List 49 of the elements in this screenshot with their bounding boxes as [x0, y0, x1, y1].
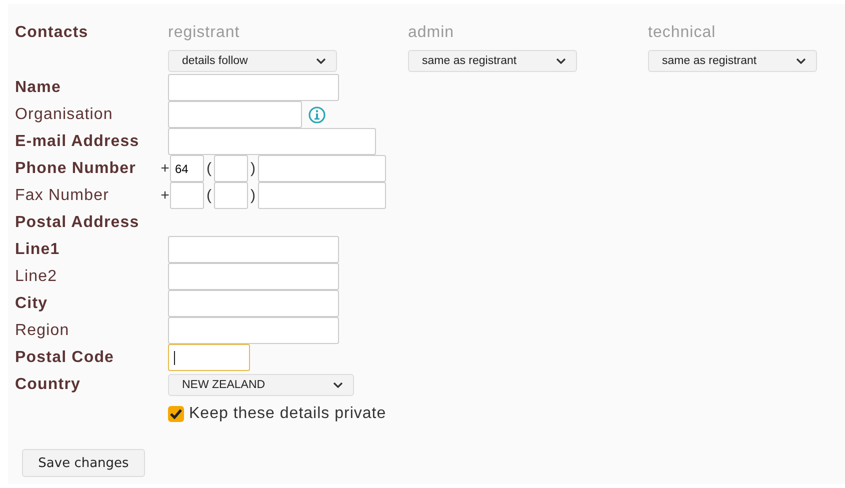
text-cursor [174, 351, 175, 365]
field-label: Line2 [15, 268, 58, 286]
field-label: Postal Code [15, 348, 116, 366]
parenthesis: ( [206, 187, 212, 204]
role-heading: admin [408, 23, 454, 43]
chevron-icon [796, 58, 806, 64]
input-field[interactable] [168, 74, 339, 101]
input-field[interactable] [168, 236, 339, 263]
input-field[interactable] [168, 128, 376, 155]
checkbox-label: Keep these details private [189, 404, 386, 422]
chevron-icon [333, 382, 343, 388]
number-field[interactable] [258, 182, 386, 209]
field-label: Name [15, 78, 62, 96]
input-field[interactable] [168, 344, 250, 371]
info-icon[interactable] [308, 106, 326, 124]
plus-sign: + [160, 187, 170, 204]
field-label: City [15, 294, 49, 312]
parenthesis: ( [206, 160, 212, 177]
field-label: Region [15, 322, 70, 340]
field-label: Phone Number [15, 160, 137, 178]
chevron-icon [316, 58, 326, 64]
field-label: Postal Address [15, 214, 140, 232]
parenthesis: ) [250, 187, 256, 204]
country-code-field[interactable]: 64 [170, 155, 204, 182]
role-heading: technical [648, 23, 716, 43]
save-button[interactable]: Save changes [22, 449, 145, 477]
field-label: Organisation [15, 106, 114, 124]
country-dropdown[interactable]: NEW ZEALAND [168, 374, 354, 396]
contact-dropdown[interactable]: details follow [168, 50, 337, 72]
field-label: E-mail Address [15, 132, 140, 150]
contact-dropdown[interactable]: same as registrant [648, 50, 817, 72]
contacts-label: Contacts [15, 23, 90, 43]
area-code-field[interactable] [214, 182, 248, 209]
input-field[interactable] [168, 317, 339, 344]
input-field[interactable] [168, 263, 339, 290]
parenthesis: ) [250, 160, 256, 177]
field-label: Country [15, 376, 82, 394]
field-label: Fax Number [15, 186, 110, 204]
role-heading: registrant [168, 23, 240, 43]
input-field[interactable] [168, 290, 339, 317]
area-code-field[interactable] [214, 155, 248, 182]
number-field[interactable] [258, 155, 386, 182]
plus-sign: + [160, 160, 170, 177]
input-field[interactable] [168, 101, 302, 128]
contact-dropdown[interactable]: same as registrant [408, 50, 577, 72]
chevron-icon [556, 58, 566, 64]
field-label: Line1 [15, 240, 61, 258]
country-code-field[interactable] [170, 182, 204, 209]
checkbox[interactable] [168, 406, 184, 422]
